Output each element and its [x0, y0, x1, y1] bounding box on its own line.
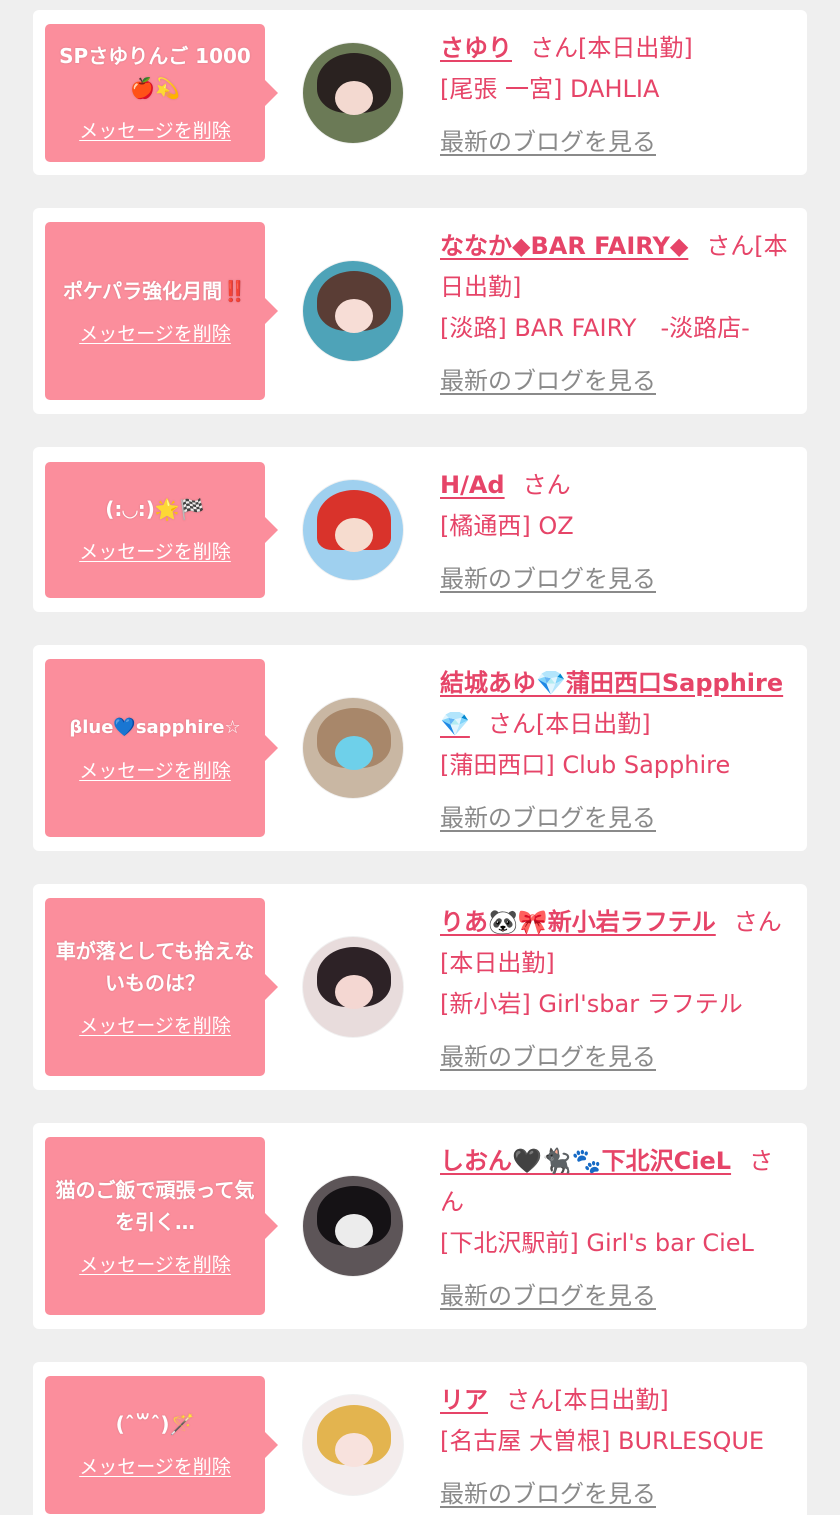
message-card: SPさゆりんご 1000🍎💫 メッセージを削除 さゆり さん[本日出勤] [尾張 … [33, 10, 807, 175]
avatar[interactable] [301, 697, 404, 799]
face-shape [334, 517, 373, 552]
latest-blog-link[interactable]: 最新のブログを見る [440, 361, 797, 402]
message-card: (ˆ꒳ˆ)🪄 メッセージを削除 リア さん[本日出勤] [名古屋 大曽根] BUR… [33, 1362, 807, 1515]
message-text: 猫のご飯で頑張って気を引く… [55, 1177, 255, 1234]
honorific-status: さん[本日出勤] [487, 710, 651, 738]
delete-message-link[interactable]: メッセージを削除 [79, 116, 231, 143]
face-shape [334, 1432, 373, 1467]
latest-blog-link[interactable]: 最新のブログを見る [440, 1276, 797, 1317]
avatar[interactable] [301, 1393, 404, 1496]
latest-blog-link[interactable]: 最新のブログを見る [440, 1037, 797, 1078]
avatar[interactable] [301, 478, 404, 581]
message-card: βlue💙sapphire☆ メッセージを削除 結城あゆ💎蒲田西口Sapphir… [33, 645, 807, 851]
shop-info: [蒲田西口] Club Sapphire [440, 751, 731, 779]
cast-name-link[interactable]: ななか◆BAR FAIRY◆ [440, 232, 688, 260]
delete-message-link[interactable]: メッセージを削除 [79, 1452, 231, 1479]
shop-info: [橘通西] OZ [440, 512, 574, 540]
shop-info: [新小岩] Girl'sbar ラフテル [440, 990, 743, 1018]
avatar[interactable] [301, 1175, 404, 1277]
message-bubble: SPさゆりんご 1000🍎💫 メッセージを削除 [45, 23, 278, 162]
delete-message-link[interactable]: メッセージを削除 [79, 537, 231, 564]
cast-name-link[interactable]: H/Ad [440, 471, 505, 499]
message-text: (:◡:)🌟🏁 [105, 497, 205, 521]
message-bubble: (ˆ꒳ˆ)🪄 メッセージを削除 [45, 1375, 278, 1514]
cast-name-link[interactable]: リア [440, 1386, 488, 1414]
shop-info: [淡路] BAR FAIRY -淡路店- [440, 314, 750, 342]
message-bubble: ポケパラ強化月間‼️ メッセージを削除 [45, 222, 278, 400]
honorific-status: さん[本日出勤] [530, 34, 693, 62]
message-card: 猫のご飯で頑張って気を引く… メッセージを削除 しおん🖤🐈‍⬛🐾下北沢CieL さ… [33, 1123, 807, 1329]
message-text: (ˆ꒳ˆ)🪄 [115, 1412, 195, 1436]
honorific-status: さん [522, 471, 571, 499]
message-bubble: 車が落としても拾えないものは？ メッセージを削除 [45, 898, 278, 1076]
message-list: SPさゆりんご 1000🍎💫 メッセージを削除 さゆり さん[本日出勤] [尾張 … [0, 0, 840, 1515]
delete-message-link[interactable]: メッセージを削除 [79, 756, 231, 783]
avatar[interactable] [301, 41, 404, 144]
cast-name-link[interactable]: りあ🐼🎀新小岩ラフテル [440, 908, 716, 936]
avatar[interactable] [301, 260, 404, 362]
cast-name-link[interactable]: さゆり [440, 34, 512, 62]
honorific-status: さん[本日出勤] [506, 1386, 669, 1414]
message-text: ポケパラ強化月間‼️ [62, 278, 248, 303]
shop-info: [名古屋 大曽根] BURLESQUE [440, 1427, 765, 1455]
latest-blog-link[interactable]: 最新のブログを見る [440, 559, 797, 600]
face-shape [334, 299, 373, 333]
latest-blog-link[interactable]: 最新のブログを見る [440, 798, 797, 839]
shop-info: [下北沢駅前] Girl's bar CieL [440, 1229, 754, 1257]
face-shape [334, 736, 373, 770]
delete-message-link[interactable]: メッセージを削除 [79, 319, 231, 346]
delete-message-link[interactable]: メッセージを削除 [79, 1011, 231, 1038]
cast-name-link[interactable]: しおん🖤🐈‍⬛🐾下北沢CieL [440, 1147, 731, 1175]
message-bubble: βlue💙sapphire☆ メッセージを削除 [45, 659, 278, 837]
shop-info: [尾張 一宮] DAHLIA [440, 75, 660, 103]
message-bubble: 猫のご飯で頑張って気を引く… メッセージを削除 [45, 1137, 278, 1315]
message-bubble: (:◡:)🌟🏁 メッセージを削除 [45, 461, 278, 598]
message-card: 車が落としても拾えないものは？ メッセージを削除 りあ🐼🎀新小岩ラフテル さん[本… [33, 884, 807, 1090]
face-shape [334, 975, 373, 1009]
face-shape [334, 1214, 373, 1248]
latest-blog-link[interactable]: 最新のブログを見る [440, 1474, 797, 1515]
face-shape [334, 80, 373, 115]
message-card: (:◡:)🌟🏁 メッセージを削除 H/Ad さん [橘通西] OZ 最新のブログを… [33, 447, 807, 612]
message-text: SPさゆりんご 1000🍎💫 [59, 44, 251, 100]
latest-blog-link[interactable]: 最新のブログを見る [440, 122, 797, 163]
message-text: 車が落としても拾えないものは？ [55, 938, 255, 995]
delete-message-link[interactable]: メッセージを削除 [79, 1250, 231, 1277]
message-card: ポケパラ強化月間‼️ メッセージを削除 ななか◆BAR FAIRY◆ さん[本日出… [33, 208, 807, 414]
avatar[interactable] [301, 936, 404, 1038]
message-text: βlue💙sapphire☆ [69, 716, 241, 738]
